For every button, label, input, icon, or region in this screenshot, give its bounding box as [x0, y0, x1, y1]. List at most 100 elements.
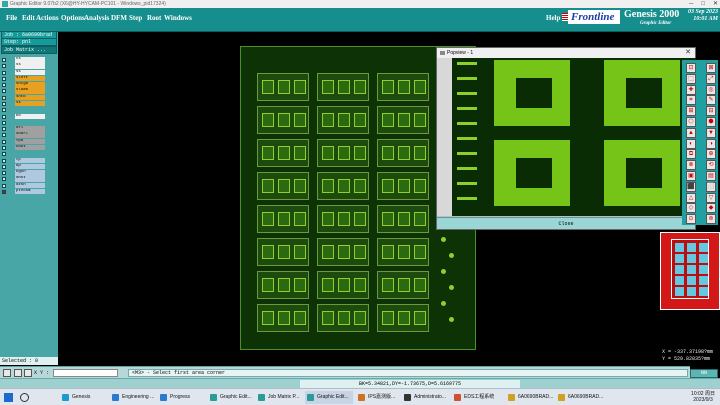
menu-root[interactable]: Root: [147, 14, 161, 22]
layer-checkbox[interactable]: [2, 101, 6, 106]
taskbar-item[interactable]: Job Matrix P...: [256, 391, 302, 404]
taskbar-item[interactable]: Genesis: [60, 391, 105, 404]
layer-row[interactable]: ss: [2, 69, 57, 76]
toolbar-tool-icon[interactable]: ⤢: [706, 73, 716, 84]
menu-dfm[interactable]: DFM: [111, 14, 127, 22]
toolbar-tool-icon[interactable]: ◆: [706, 203, 716, 214]
toolbar-tool-icon[interactable]: ⟲: [706, 160, 716, 171]
menu-help[interactable]: Help: [546, 14, 560, 22]
toolbar-tool-icon[interactable]: ⧉: [686, 149, 696, 160]
toolbar-tool-icon[interactable]: ⊡: [686, 63, 696, 73]
cmd-arrow-icon[interactable]: [3, 369, 11, 377]
toolbar-tool-icon[interactable]: ⊚: [706, 214, 716, 225]
toolbar-tool-icon[interactable]: ⬜: [706, 181, 716, 192]
taskbar-item[interactable]: Administrato...: [402, 391, 450, 404]
layer-checkbox[interactable]: [2, 58, 6, 62]
toolbar-tool-icon[interactable]: ⬡: [686, 117, 696, 127]
popview-close-button[interactable]: Close: [437, 217, 695, 229]
xy-input[interactable]: [53, 369, 118, 377]
popview-close-icon[interactable]: ✕: [685, 48, 691, 58]
search-icon[interactable]: [20, 393, 29, 402]
layer-row[interactable]: dzsh: [2, 182, 57, 189]
layer-row[interactable]: dhst: [2, 176, 57, 182]
menu-actions[interactable]: Actions: [36, 14, 59, 22]
toolbar-tool-icon[interactable]: ✎: [706, 95, 716, 106]
menu-edit[interactable]: Edit: [22, 14, 35, 22]
layer-checkbox[interactable]: [2, 152, 6, 157]
toolbar-tool-icon[interactable]: ▤: [706, 171, 716, 181]
layer-row[interactable]: sntb: [2, 94, 57, 101]
layer-row[interactable]: cs: [2, 57, 57, 63]
layer-row[interactable]: fpd: [2, 138, 57, 145]
toolbar-tool-icon[interactable]: ⬛: [686, 181, 696, 192]
layer-checkbox[interactable]: [2, 139, 6, 144]
toolbar-tool-icon[interactable]: ◑: [706, 138, 716, 149]
toolbar-tool-icon[interactable]: ⊗: [686, 160, 696, 171]
layer-row[interactable]: [2, 151, 57, 157]
layer-row[interactable]: ss: [2, 100, 57, 107]
menu-windows[interactable]: Windows: [164, 14, 192, 22]
layer-checkbox[interactable]: [2, 120, 6, 125]
taskbar-item[interactable]: EDS工程系统: [452, 391, 504, 404]
popview-canvas[interactable]: [452, 58, 696, 216]
layer-checkbox[interactable]: [2, 164, 6, 169]
layer-row[interactable]: cout: [2, 144, 57, 151]
toolbar-tool-icon[interactable]: △: [686, 192, 696, 203]
toolbar-tool-icon[interactable]: ⌗: [686, 95, 696, 106]
taskbar-item[interactable]: Graphic Edit...: [305, 391, 353, 404]
toolbar-tool-icon[interactable]: ⊠: [706, 63, 716, 73]
taskbar-item[interactable]: 6A0690BRAD...: [556, 391, 604, 404]
layer-checkbox[interactable]: [2, 64, 6, 69]
toolbar-tool-icon[interactable]: ◐: [686, 138, 696, 149]
panel-minimap[interactable]: [660, 232, 720, 310]
toolbar-tool-icon[interactable]: ▲: [686, 127, 696, 138]
taskbar-item[interactable]: Progress: [158, 391, 204, 404]
layer-row[interactable]: [2, 107, 57, 113]
layer-row[interactable]: ss: [2, 63, 57, 69]
taskbar-item[interactable]: 6A0690BRAD...: [506, 391, 554, 404]
layer-checkbox[interactable]: [2, 70, 6, 75]
layer-checkbox[interactable]: [2, 76, 6, 81]
layer-checkbox[interactable]: [2, 127, 6, 132]
taskbar-item[interactable]: Engineering ...: [110, 391, 154, 404]
toolbar-tool-icon[interactable]: ◇: [686, 203, 696, 214]
layer-row[interactable]: tp: [2, 157, 57, 164]
layer-row[interactable]: sldab: [2, 88, 57, 94]
toolbar-tool-icon[interactable]: ⬚: [686, 73, 696, 84]
layer-row[interactable]: ngsh: [2, 170, 57, 176]
layer-row[interactable]: pthosm: [2, 188, 57, 195]
maximize-icon[interactable]: □: [701, 0, 705, 8]
layer-checkbox[interactable]: [2, 158, 6, 163]
layer-checkbox[interactable]: [2, 89, 6, 94]
layer-row[interactable]: slnft: [2, 75, 57, 82]
layer-row[interactable]: drl: [2, 126, 57, 132]
toolbar-tool-icon[interactable]: ⬢: [706, 117, 716, 127]
cmd-grid-icon[interactable]: [24, 369, 32, 377]
layer-checkbox[interactable]: [2, 133, 6, 138]
toolbar-tool-icon[interactable]: ⊟: [706, 106, 716, 117]
menu-options[interactable]: Options: [61, 14, 85, 22]
layer-checkbox[interactable]: [2, 189, 6, 194]
layer-row[interactable]: bp: [2, 163, 57, 170]
toolbar-tool-icon[interactable]: ✚: [686, 84, 696, 95]
taskbar-item[interactable]: IPS嘉测版...: [356, 391, 400, 404]
layer-row[interactable]: [2, 119, 57, 126]
job-matrix-button[interactable]: Job Matrix ...: [1, 46, 57, 54]
menu-step[interactable]: Step: [129, 14, 142, 22]
cmd-snap-icon[interactable]: [14, 369, 22, 377]
toolbar-tool-icon[interactable]: ▣: [686, 171, 696, 181]
nn-button[interactable]: NN: [690, 369, 718, 378]
toolbar-tool-icon[interactable]: ⊙: [686, 214, 696, 225]
layer-row[interactable]: bo: [2, 113, 57, 120]
layer-row[interactable]: sndrl: [2, 132, 57, 138]
toolbar-tool-icon[interactable]: ⊞: [686, 106, 696, 117]
minimize-icon[interactable]: ─: [689, 0, 693, 8]
layer-checkbox[interactable]: [2, 145, 6, 150]
layer-checkbox[interactable]: [2, 171, 6, 176]
toolbar-tool-icon[interactable]: ⊕: [706, 149, 716, 160]
layer-row[interactable]: sntgb: [2, 82, 57, 88]
layer-checkbox[interactable]: [2, 83, 6, 88]
taskbar-item[interactable]: Graphic Edit...: [208, 391, 254, 404]
layer-checkbox[interactable]: [2, 177, 6, 182]
menu-file[interactable]: File: [6, 14, 17, 22]
